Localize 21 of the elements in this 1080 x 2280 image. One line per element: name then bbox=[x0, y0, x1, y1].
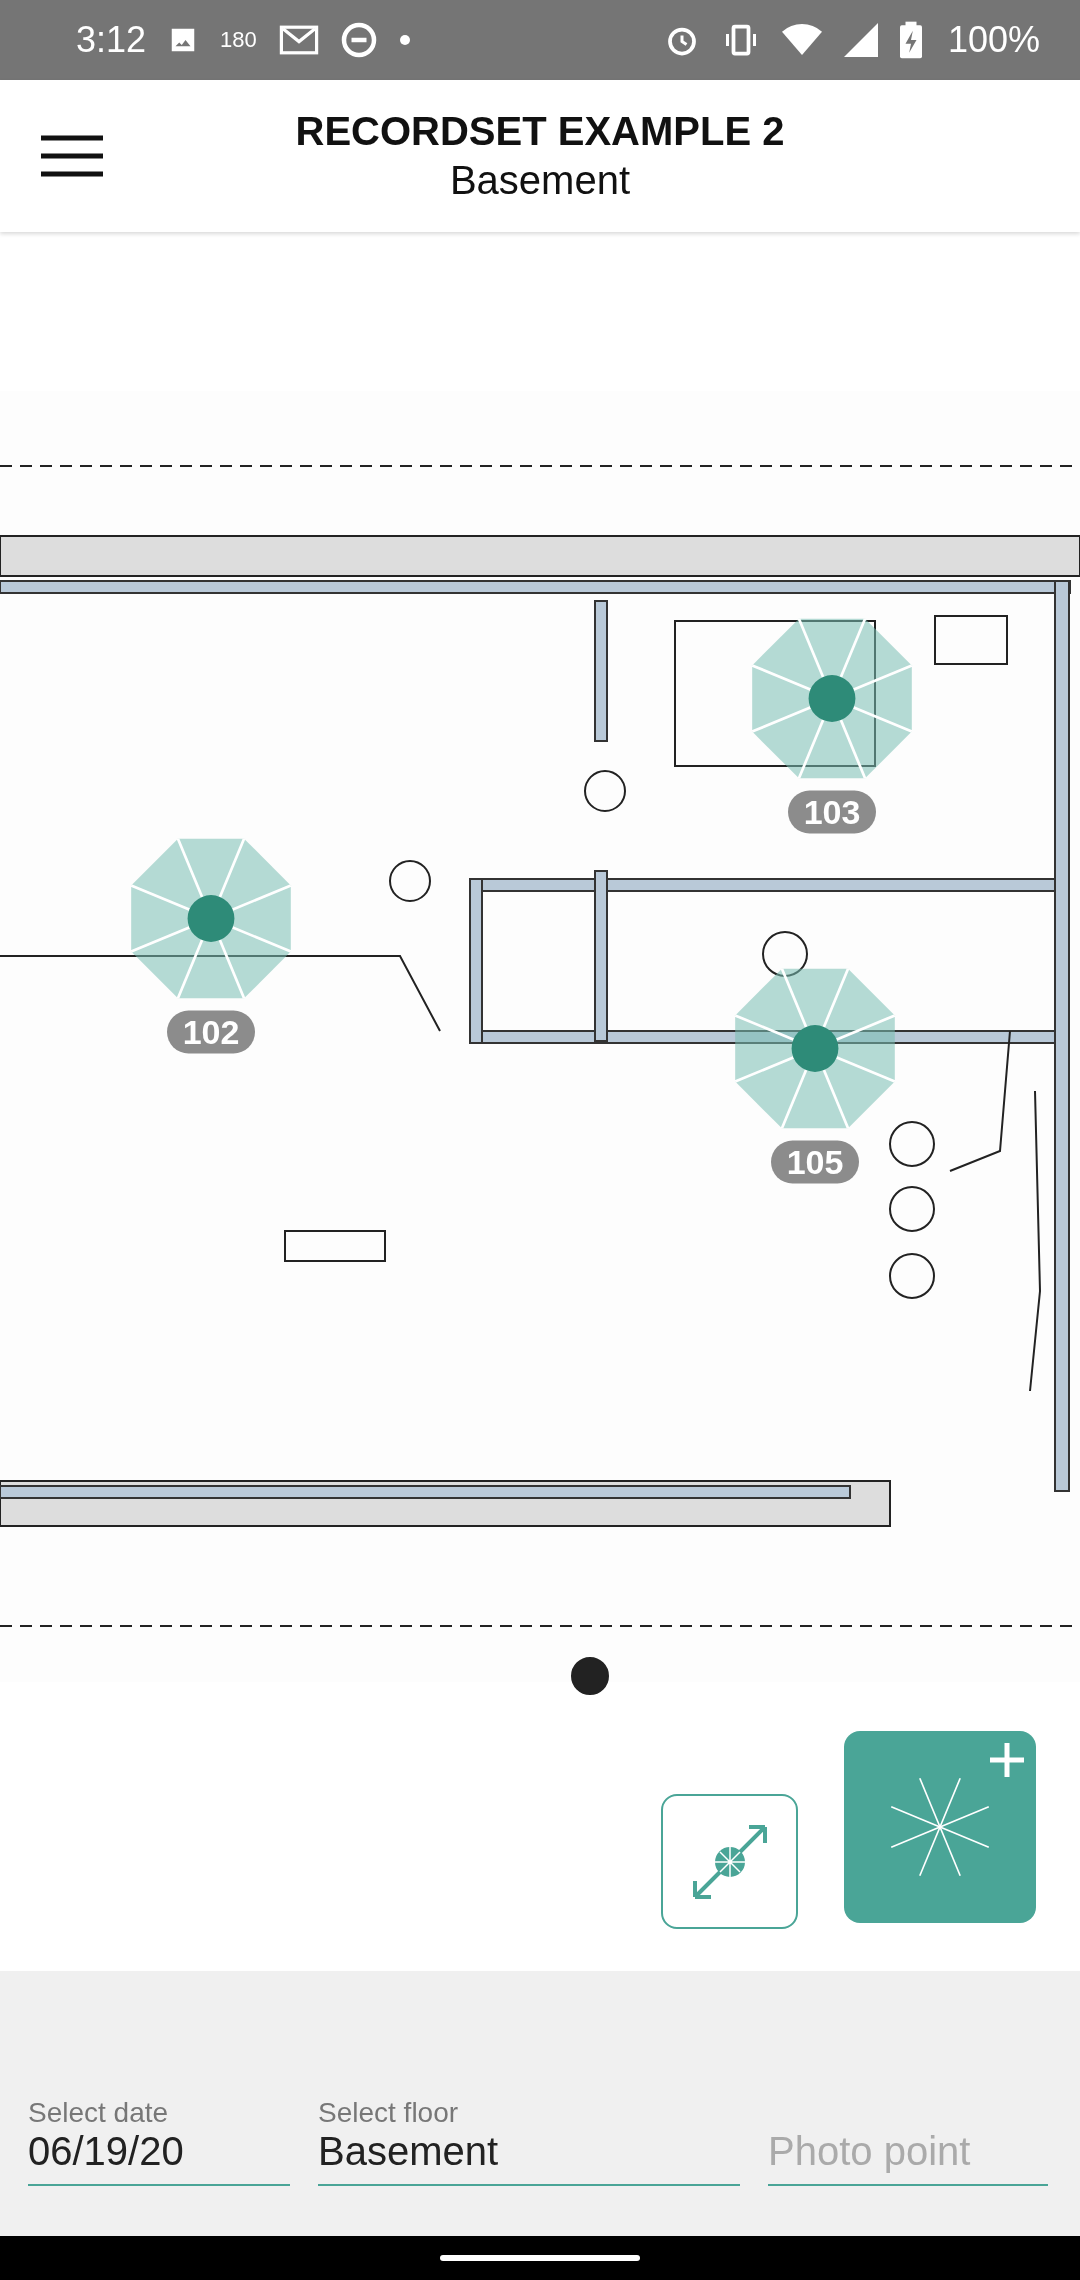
recordset-title: RECORDSET EXAMPLE 2 bbox=[295, 109, 785, 154]
menu-icon bbox=[41, 135, 103, 177]
cell-signal-icon bbox=[843, 23, 878, 58]
date-field[interactable]: Select date 06/19/20 bbox=[28, 2096, 290, 2186]
dot-icon bbox=[398, 34, 411, 47]
photo-point-label[interactable]: 105 bbox=[770, 1140, 860, 1184]
circle-icon bbox=[340, 22, 377, 59]
add-photo-point-button[interactable] bbox=[844, 1730, 1036, 1923]
battery-percentage: 100% bbox=[947, 19, 1040, 62]
photo-point-label[interactable]: 102 bbox=[166, 1010, 256, 1054]
home-indicator[interactable] bbox=[440, 2254, 640, 2261]
floor-subtitle: Basement bbox=[449, 158, 631, 203]
fit-to-screen-button[interactable] bbox=[661, 1794, 798, 1930]
status-time: 3:12 bbox=[76, 19, 147, 62]
photo-point-label[interactable]: 103 bbox=[787, 790, 877, 834]
notification-count: 180 bbox=[220, 27, 257, 54]
mail-icon bbox=[278, 24, 319, 57]
battery-charging-icon bbox=[899, 21, 922, 60]
floor-field[interactable]: Select floor Basement bbox=[318, 2096, 740, 2186]
plus-icon bbox=[988, 1740, 1026, 1779]
photo-point-field[interactable]: Photo point bbox=[768, 2128, 1048, 2186]
